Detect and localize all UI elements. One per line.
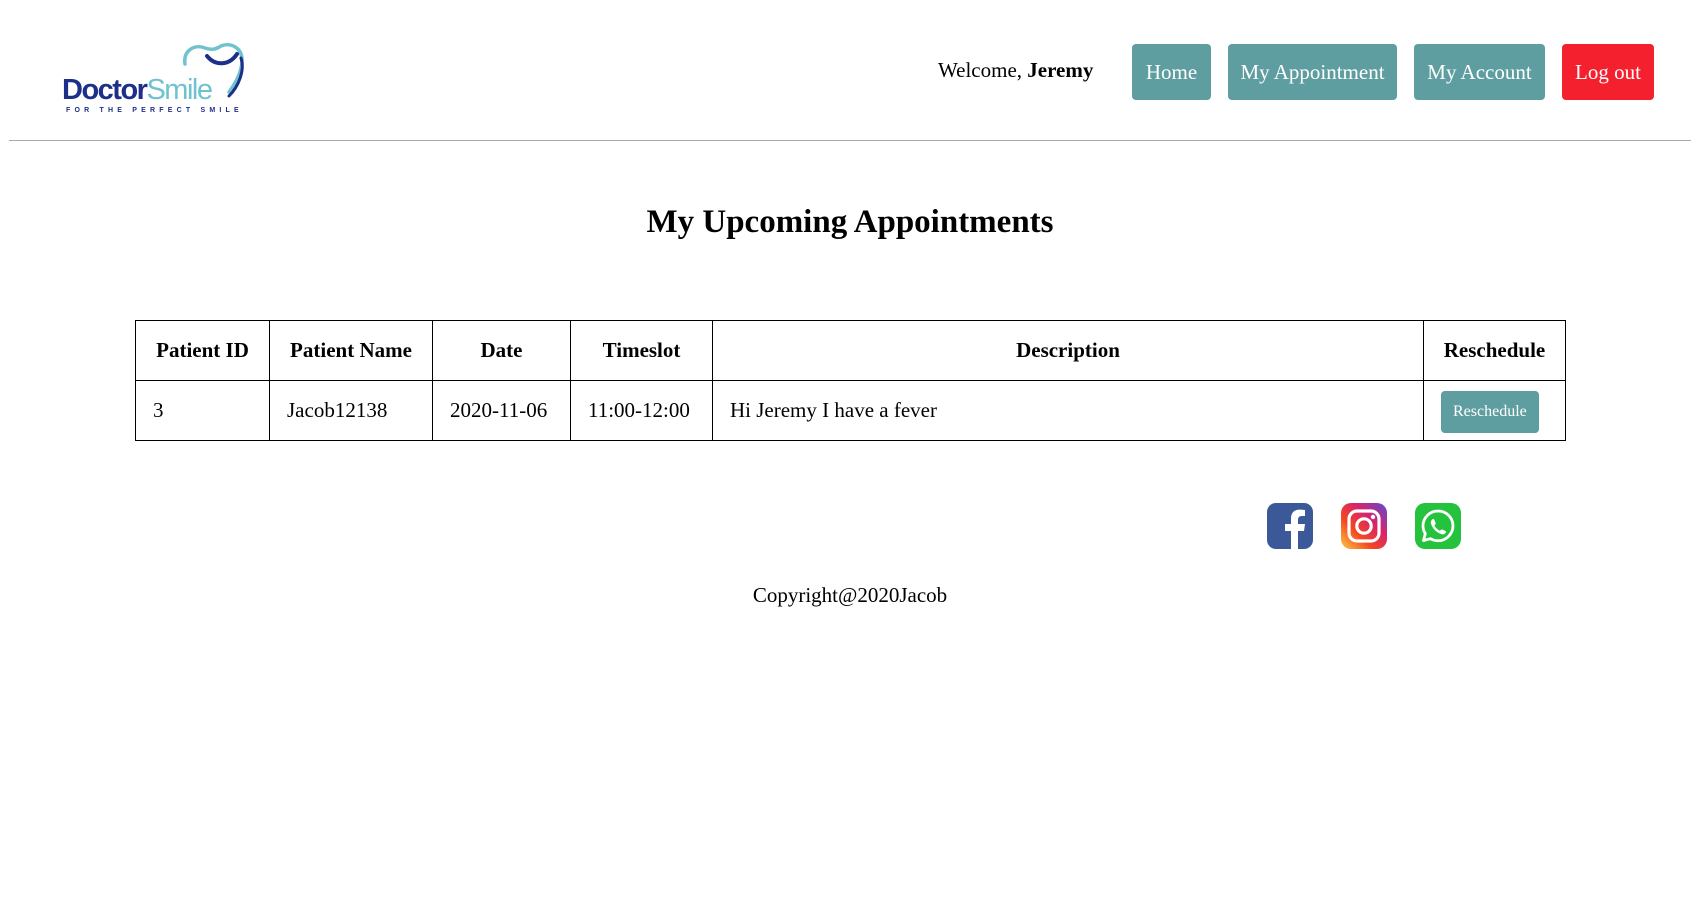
facebook-icon[interactable]	[1267, 503, 1313, 549]
cell-patient-name: Jacob12138	[269, 380, 433, 441]
table-row: 3 Jacob12138 2020-11-06 11:00-12:00 Hi J…	[135, 380, 1566, 441]
whatsapp-icon[interactable]	[1415, 503, 1461, 549]
header: DoctorSmile FOR THE PERFECT SMILE Welcom…	[0, 0, 1700, 142]
welcome-message: Welcome, Jeremy	[938, 58, 1093, 83]
column-header-date: Date	[432, 320, 571, 381]
instagram-icon[interactable]	[1341, 503, 1387, 549]
column-header-description: Description	[712, 320, 1424, 381]
column-header-timeslot: Timeslot	[570, 320, 713, 381]
my-account-button[interactable]: My Account	[1414, 44, 1545, 100]
logo-wordmark: DoctorSmile	[62, 74, 213, 106]
reschedule-button[interactable]: Reschedule	[1441, 390, 1539, 433]
cell-date: 2020-11-06	[432, 380, 571, 441]
cell-patient-id: 3	[135, 380, 270, 441]
welcome-prefix: Welcome,	[938, 58, 1028, 82]
copyright-text: Copyright@2020Jacob	[752, 583, 948, 607]
header-divider	[9, 140, 1691, 141]
home-button[interactable]: Home	[1132, 44, 1211, 100]
doctor-smile-logo[interactable]: DoctorSmile FOR THE PERFECT SMILE	[62, 40, 247, 120]
table-header-row: Patient ID Patient Name Date Timeslot De…	[135, 320, 1566, 381]
column-header-reschedule: Reschedule	[1423, 320, 1566, 381]
column-header-patient-name: Patient Name	[269, 320, 433, 381]
cell-description: Hi Jeremy I have a fever	[712, 380, 1424, 441]
welcome-user-name: Jeremy	[1027, 58, 1094, 82]
cell-reschedule: Reschedule	[1423, 380, 1566, 441]
my-appointment-button[interactable]: My Appointment	[1228, 44, 1397, 100]
page-title: My Upcoming Appointments	[646, 204, 1054, 240]
appointments-table: Patient ID Patient Name Date Timeslot De…	[135, 320, 1566, 441]
cell-timeslot: 11:00-12:00	[570, 380, 713, 441]
column-header-patient-id: Patient ID	[135, 320, 270, 381]
logout-button[interactable]: Log out	[1562, 44, 1654, 100]
logo-tagline: FOR THE PERFECT SMILE	[66, 107, 243, 114]
